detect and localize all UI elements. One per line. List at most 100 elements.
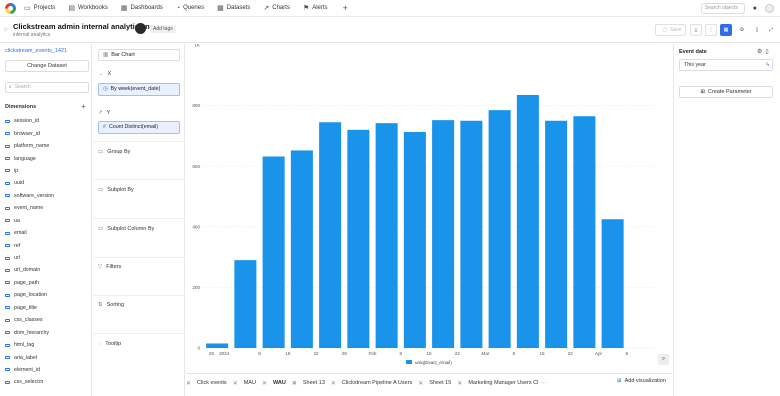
nav-datasets[interactable]: ▦ Datasets (217, 4, 250, 12)
nav-alerts[interactable]: ⚑ Alerts (303, 4, 328, 12)
text-field-icon (5, 306, 10, 310)
dimension-item[interactable]: html_tag (5, 339, 54, 351)
dimension-item[interactable]: url (5, 252, 54, 264)
sheet-tab[interactable]: MAU ✕ (244, 374, 273, 392)
dimension-item[interactable]: event_name (5, 202, 54, 214)
download-icon: ⤓ (694, 27, 698, 33)
x-field-pill[interactable]: ◷ By week(event_date) (98, 83, 180, 96)
x-tick-label: 8 (258, 351, 261, 356)
subplot-column-section[interactable]: ▭ Subplot Column By (98, 226, 154, 232)
filters-section[interactable]: ▽ Filters (98, 264, 121, 270)
sheet-tab-bar: ✕ Click events ✕ MAU ✕ WAU ✕ Sheet 13 ✕ Clickstre… (186, 373, 672, 392)
change-dataset-button[interactable]: Change Dataset (5, 60, 89, 72)
dimension-item[interactable]: software_version (5, 190, 54, 202)
tab-close-icon[interactable]: ✕ (418, 380, 423, 387)
divider (93, 141, 185, 142)
add-tags-button[interactable]: Add tags (150, 25, 176, 33)
create-parameter-button[interactable]: ⊞ Create Parameter (679, 86, 773, 98)
trash-icon[interactable]: ▯ (765, 49, 771, 55)
add-dimension-plus-icon[interactable]: + (81, 102, 86, 111)
bar-chart-icon: ▥ (103, 52, 109, 58)
sheet-tab[interactable]: Sheet 13 ✕ (303, 374, 342, 392)
tab-close-icon[interactable]: ✕ (331, 380, 336, 387)
sheet-tab[interactable]: Click events ✕ (197, 374, 244, 392)
dimension-label: email (14, 230, 27, 237)
text-field-icon (5, 368, 10, 372)
dimension-item[interactable]: element_id (5, 364, 54, 376)
dataset-link[interactable]: clickstream_events_1421 (5, 48, 67, 54)
sheet-tab[interactable]: Marketing Manager Users Cl (468, 374, 538, 392)
tooltip-label: Tooltip (105, 341, 122, 347)
nav-projects[interactable]: ▭ Projects (24, 4, 55, 12)
dimension-item[interactable]: url_domain (5, 264, 54, 276)
add-visualization-button[interactable]: ⊞ Add visualization (617, 378, 666, 384)
dimension-item[interactable]: page_path (5, 277, 54, 289)
docs-button[interactable]: ▯ (751, 24, 763, 36)
dimension-item[interactable]: css_classes (5, 314, 54, 326)
sheet-tab[interactable]: WAU ✕ (273, 374, 303, 392)
tab-close-icon[interactable]: ✕ (262, 380, 267, 387)
dimension-label: ref (14, 242, 21, 249)
tab-close-icon[interactable]: ✕ (233, 380, 238, 387)
sort-icon: ⇅ (98, 302, 103, 308)
tab-close-icon[interactable]: ✕ (457, 380, 462, 387)
save-button[interactable]: ▢ Save (655, 24, 686, 36)
grid-view-button[interactable]: ▦ (720, 24, 732, 36)
dimension-item[interactable]: session_id (5, 115, 54, 127)
download-button[interactable]: ⤓ (690, 24, 702, 36)
x-tick-label: 15 (426, 351, 432, 356)
sheet-tab[interactable]: Sheet 15 ✕ (429, 374, 468, 392)
dimension-item[interactable]: ua (5, 215, 54, 227)
x-tick-label: 8 (625, 351, 628, 356)
zoom-icon[interactable]: ⌕ (658, 354, 669, 365)
create-parameter-label: Create Parameter (707, 89, 752, 95)
top-nav: ▭ Projects ▤ Workbooks ▦ Dashboards ◔ Querie… (0, 0, 780, 17)
more-options-button[interactable]: ⋮ (705, 24, 717, 36)
tab-close-icon[interactable]: ✕ (186, 374, 197, 392)
subplot-by-section[interactable]: ▭ Subplot By (98, 187, 134, 193)
sorting-section[interactable]: ⇅ Sorting (98, 302, 124, 308)
sheet-tab[interactable]: Clickstream Pipeline A Users ✕ (342, 374, 429, 392)
workbook-icon: ▤ (68, 5, 75, 12)
dimension-item[interactable]: css_selector (5, 376, 54, 388)
favorite-star-icon[interactable]: ☆ (3, 26, 8, 33)
divider (93, 333, 185, 334)
chart-type-select[interactable]: ▥ Bar Chart (98, 49, 180, 61)
dimension-item[interactable]: page_title (5, 302, 54, 314)
dimension-item[interactable]: page_location (5, 289, 54, 301)
field-search-input[interactable]: ⌕ Search (5, 82, 89, 93)
text-field-icon (5, 318, 10, 322)
group-by-section[interactable]: ▭ Group By (98, 149, 130, 155)
tooltip-section[interactable]: ◌ Tooltip (98, 341, 121, 347)
user-avatar[interactable] (765, 3, 774, 13)
y-field-pill[interactable]: # Count Distinct(email) (98, 121, 180, 134)
dimension-item[interactable]: ip (5, 165, 54, 177)
dimension-item[interactable]: email (5, 227, 54, 239)
dimension-item[interactable]: browser_id (5, 127, 54, 139)
bar (347, 129, 370, 348)
dimension-item[interactable]: ref (5, 239, 54, 251)
expand-button[interactable]: ⤢ (765, 24, 777, 36)
folder-icon: ▭ (24, 5, 31, 12)
app-logo[interactable] (5, 2, 16, 14)
notification-bell-icon[interactable]: ● (753, 5, 757, 12)
dimension-item[interactable]: dom_hierarchy (5, 326, 54, 338)
dimension-item[interactable]: platform_name (5, 140, 54, 152)
bar (319, 122, 342, 348)
add-tab-plus-icon[interactable]: + (343, 3, 348, 13)
dimension-item[interactable]: uuid (5, 177, 54, 189)
settings-button[interactable]: ⚙ (736, 24, 748, 36)
filter-value-select[interactable]: This year ϟ (679, 59, 773, 71)
nav-workbooks[interactable]: ▤ Workbooks (68, 4, 108, 12)
more-tabs-icon[interactable]: ··· (540, 380, 546, 386)
subplot-column-icon: ▭ (98, 226, 104, 232)
nav-dashboards[interactable]: ▦ Dashboards (121, 4, 163, 12)
dimension-item[interactable]: language (5, 152, 54, 164)
tab-close-icon[interactable]: ✕ (292, 380, 297, 387)
filter-actions: ⚙▯ (757, 48, 772, 55)
global-search-input[interactable]: Search objects (700, 2, 745, 14)
dimension-item[interactable]: aria_label (5, 351, 54, 363)
nav-queries[interactable]: ◔ Queries (176, 5, 204, 12)
nav-charts[interactable]: ↗ Charts (263, 4, 290, 12)
x-tick-label: Apr (595, 351, 603, 356)
